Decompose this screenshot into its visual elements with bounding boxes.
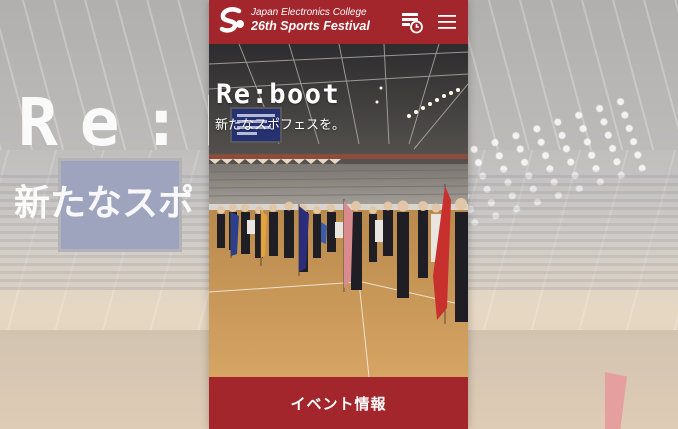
hamburger-menu-icon xyxy=(438,15,456,29)
logo-festival-name: 26th Sports Festival xyxy=(251,18,370,33)
hero-title: Re:boot xyxy=(216,79,341,110)
background-subtitle-text: 新たなスポ xyxy=(14,183,195,224)
logo-college-name: Japan Electronics College xyxy=(251,6,367,18)
site-header: Japan Electronics College 26th Sports Fe… xyxy=(209,0,468,44)
hero-image: Re:boot 新たなスポフェスを。 xyxy=(209,44,468,377)
menu-button[interactable] xyxy=(433,8,461,36)
logo-text: Japan Electronics College 26th Sports Fe… xyxy=(251,7,370,34)
event-info-button[interactable]: イベント情報 xyxy=(209,377,468,429)
hero-subtitle: 新たなスポフェスを。 xyxy=(215,118,346,133)
mobile-viewport: Japan Electronics College 26th Sports Fe… xyxy=(209,0,468,429)
site-logo-link[interactable]: Japan Electronics College 26th Sports Fe… xyxy=(217,5,370,35)
schedule-button[interactable] xyxy=(398,8,426,36)
page: Re:b 新たなスポ Japan Electronics College 26t… xyxy=(0,0,678,429)
festival-logo-icon xyxy=(219,7,244,33)
schedule-clock-icon xyxy=(402,13,423,34)
